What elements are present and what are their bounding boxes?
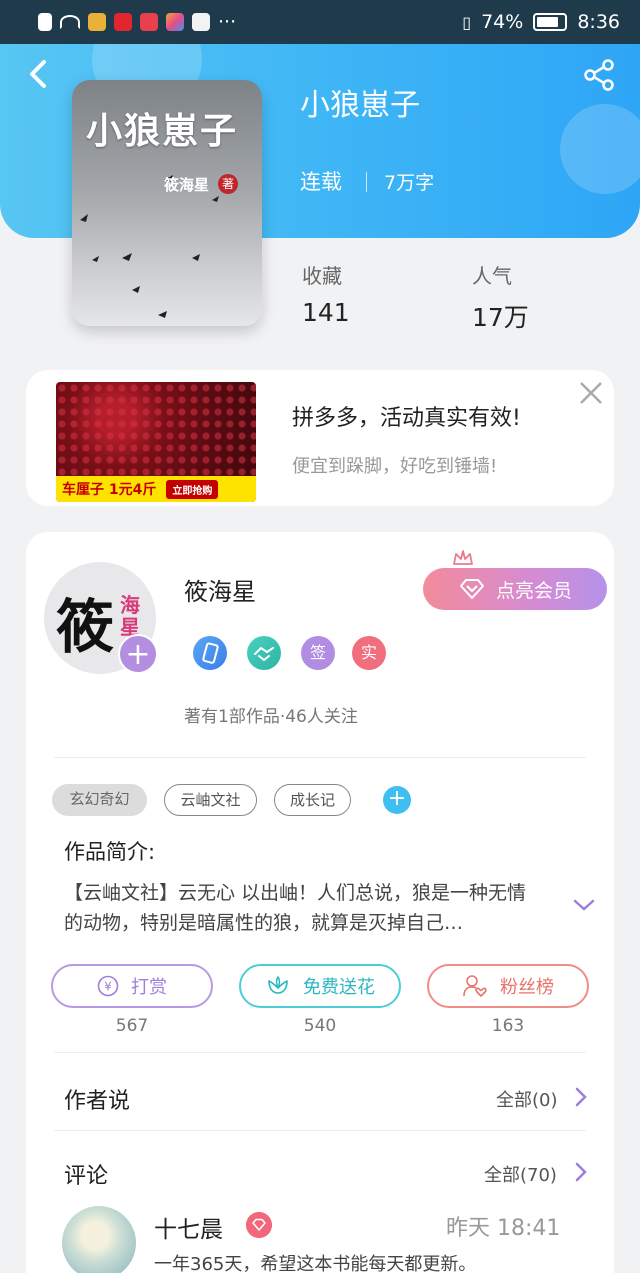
sign-badge[interactable]: 签 [301, 636, 335, 670]
battery-icon [533, 13, 568, 31]
tag-club[interactable]: 云岫文社 [164, 784, 257, 816]
add-tag-button[interactable]: + [383, 786, 411, 814]
ad-banner-button[interactable]: 立即抢购 [166, 479, 219, 499]
share-icon[interactable] [582, 58, 616, 92]
word-count: 7万字 [384, 172, 435, 194]
music-app-icon [192, 13, 210, 31]
ad-title: 拼多多，活动真实有效! [292, 406, 521, 431]
send-flower-label: 免费送花 [303, 977, 375, 998]
weibo-app-icon [114, 13, 132, 31]
author-says-all[interactable]: 全部(0) [496, 1086, 558, 1112]
svg-text:¥: ¥ [104, 980, 112, 994]
commenter-avatar[interactable] [62, 1206, 136, 1273]
divider [54, 1052, 586, 1053]
status-bar: ··· ▯ 74% 8:36 [0, 0, 640, 44]
favorites-label: 收藏 [302, 264, 342, 288]
comment-time: 昨天 18:41 [446, 1216, 561, 1241]
comment-text[interactable]: 一年365天，希望这本书能每天都更新。 [154, 1250, 476, 1273]
crown-icon [453, 550, 473, 565]
book-cover[interactable]: 小狼崽子 筱海星 著 [72, 80, 262, 326]
chevron-right-icon[interactable] [574, 1086, 588, 1108]
ad-subtitle: 便宜到跺脚，好吃到锤墙! [292, 456, 498, 477]
back-icon[interactable] [24, 58, 52, 90]
book-status: 连载 [300, 170, 342, 194]
sina-app-icon [88, 13, 106, 31]
author-meta: 著有1部作品·46人关注 [184, 707, 358, 727]
cover-seal: 著 [218, 174, 238, 194]
fan-rank-button[interactable]: 粉丝榜 [427, 964, 589, 1008]
author-name[interactable]: 筱海星 [184, 572, 256, 607]
tag-genre[interactable]: 玄幻奇幻 [52, 784, 147, 816]
birds-illustration [80, 175, 219, 318]
battery-percent: 74% [481, 11, 524, 33]
avatar-text: 筱 [56, 593, 115, 661]
verified-badge[interactable]: 实 [352, 636, 386, 670]
comments-title: 评论 [64, 1164, 109, 1189]
divider [54, 1130, 586, 1131]
tip-label: 打赏 [131, 977, 167, 998]
vibrate-icon: ▯ [462, 12, 472, 32]
divider [366, 172, 367, 192]
flower-icon [268, 976, 288, 994]
ad-banner: 车厘子 1元4斤 立即抢购 [56, 476, 256, 502]
popularity-label: 人气 [472, 264, 512, 288]
chevron-right-icon[interactable] [574, 1161, 588, 1183]
handshake-badge-icon[interactable] [247, 636, 281, 670]
author-says-title: 作者说 [64, 1089, 131, 1114]
popularity-count: 17万 [472, 303, 529, 332]
fan-count: 163 [491, 1016, 525, 1036]
intro-text[interactable]: 【云岫文社】云无心 以出岫！人们总说，狼是一种无情的动物，特别是暗属性的狼，就算… [64, 878, 544, 938]
book-title: 小狼崽子 [300, 88, 420, 123]
favorites-count: 141 [302, 298, 350, 327]
status-notification-icons: ··· [38, 11, 236, 33]
fan-rank-label: 粉丝榜 [500, 977, 554, 998]
follow-button[interactable]: + [118, 634, 158, 674]
comments-all[interactable]: 全部(70) [484, 1161, 557, 1187]
app-store-icon [166, 13, 184, 31]
ad-banner-text: 车厘子 1元4斤 [62, 482, 157, 498]
intro-title: 作品简介: [64, 840, 156, 864]
commenter-name[interactable]: 十七晨 [154, 1210, 223, 1244]
yen-icon: ¥ [97, 975, 119, 997]
phone-badge-icon[interactable] [193, 636, 227, 670]
header-decoration [560, 104, 640, 194]
more-notifications: ··· [218, 11, 237, 33]
ad-card[interactable]: 车厘子 1元4斤 立即抢购 拼多多，活动真实有效! 便宜到跺脚，好吃到锤墙! [26, 370, 614, 506]
user-heart-icon [463, 975, 487, 997]
send-flower-button[interactable]: 免费送花 [239, 964, 401, 1008]
tip-count: 567 [115, 1016, 149, 1036]
vip-diamond-icon [246, 1212, 272, 1238]
divider [54, 757, 586, 758]
tip-button[interactable]: ¥ 打赏 [51, 964, 213, 1008]
vip-button[interactable]: 点亮会员 [423, 568, 607, 610]
alert-icon [38, 13, 52, 31]
cover-author: 筱海星 [164, 176, 210, 194]
diamond-icon [459, 579, 484, 599]
close-icon[interactable] [576, 378, 606, 408]
tag-growth[interactable]: 成长记 [274, 784, 351, 816]
vip-button-label: 点亮会员 [495, 579, 572, 602]
clock: 8:36 [577, 11, 620, 33]
huawei-app-icon [140, 13, 158, 31]
avatar-subtext: 海星 [120, 593, 140, 639]
ad-image[interactable]: 车厘子 1元4斤 立即抢购 [56, 382, 256, 502]
chevron-down-icon[interactable] [572, 896, 596, 914]
flower-count: 540 [303, 1016, 337, 1036]
wifi-icon [60, 15, 80, 29]
